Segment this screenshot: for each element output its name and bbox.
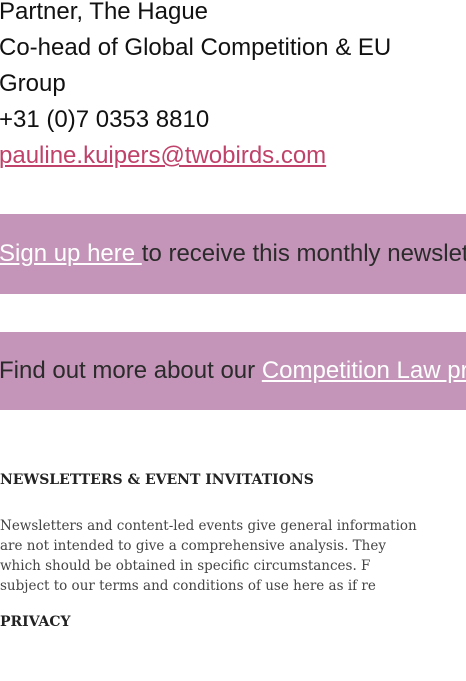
signup-banner: Sign up here to receive this monthly new… bbox=[0, 214, 466, 294]
newsletters-body: Newsletters and content-led events give … bbox=[0, 516, 466, 596]
contact-role-line-1: Co-head of Global Competition & EU bbox=[0, 34, 392, 61]
practice-banner: Find out more about our Competition Law … bbox=[0, 332, 466, 410]
newsletters-heading: NEWSLETTERS & EVENT INVITATIONS bbox=[0, 472, 314, 488]
newsletters-body-line: Newsletters and content-led events give … bbox=[0, 518, 417, 534]
newsletters-body-line: which should be obtained in specific cir… bbox=[0, 558, 371, 574]
contact-role-line-2: Group bbox=[0, 70, 66, 97]
signup-link[interactable]: Sign up here bbox=[0, 240, 142, 267]
practice-banner-text: Find out more about our bbox=[0, 357, 262, 384]
newsletters-body-line: subject to our terms and conditions of u… bbox=[0, 578, 376, 594]
contact-block: Partner, The Hague Co-head of Global Com… bbox=[0, 0, 466, 174]
practice-link[interactable]: Competition Law practice bbox=[262, 357, 466, 384]
signup-banner-text: to receive this monthly newsletter bbox=[141, 240, 466, 267]
contact-title: Partner, The Hague bbox=[0, 0, 209, 25]
newsletters-body-line: are not intended to give a comprehensive… bbox=[0, 538, 386, 554]
privacy-heading: PRIVACY bbox=[0, 614, 71, 630]
contact-phone: +31 (0)7 0353 8810 bbox=[0, 106, 210, 133]
contact-email-link[interactable]: pauline.kuipers@twobirds.com bbox=[0, 142, 326, 169]
contact-email-line: pauline.kuipers@twobirds.com bbox=[0, 138, 466, 174]
